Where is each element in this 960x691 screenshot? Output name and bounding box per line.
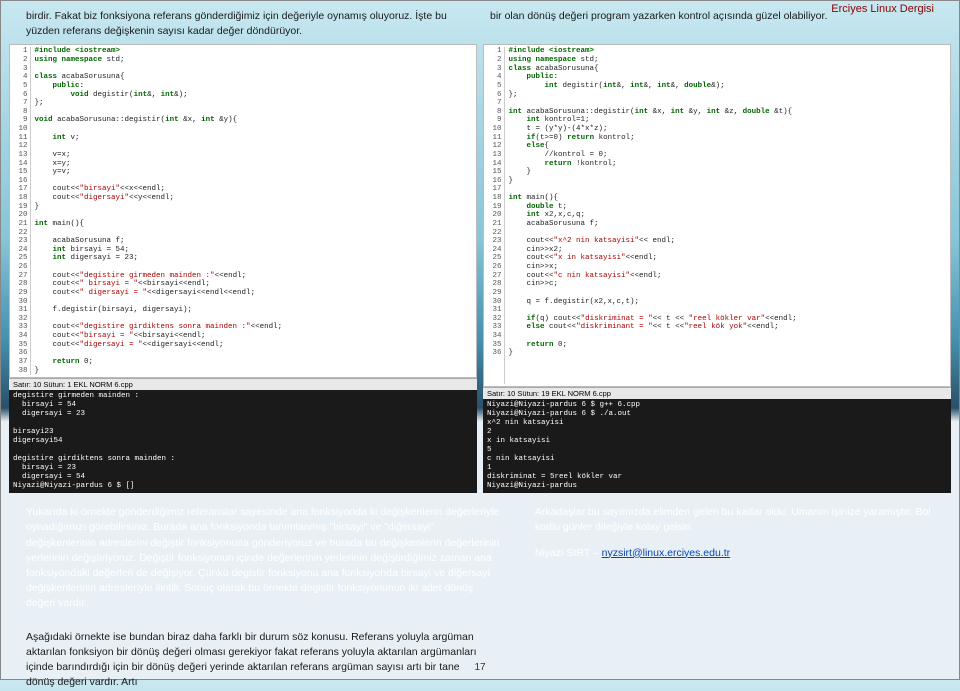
terminal-left: degistire girmeden mainden : birsayi = 5… — [9, 390, 477, 493]
code-right-source: #include <iostream> using namespace std;… — [505, 47, 797, 384]
code-right-column: 1 2 3 4 5 6 7 8 9 10 11 12 13 14 15 16 1… — [483, 44, 951, 493]
author-name: Niyazi SIRT – — [535, 547, 602, 559]
code-left-source: #include <iostream> using namespace std;… — [31, 47, 283, 375]
terminal-right: Niyazi@Niyazi-pardus 6 $ g++ 6.cpp Niyaz… — [483, 399, 951, 493]
closing-text: Arkadaşlar bu sayımızda elimden gelen bu… — [535, 506, 931, 533]
code-right-gutter: 1 2 3 4 5 6 7 8 9 10 11 12 13 14 15 16 1… — [486, 47, 505, 384]
author-email-link[interactable]: nyzsirt@linux.erciyes.edu.tr — [602, 547, 731, 559]
code-left-column: 1 2 3 4 5 6 7 8 9 10 11 12 13 14 15 16 1… — [9, 44, 477, 493]
middle-left: Yukarıda ki örnekte gönderdiğimiz refera… — [26, 505, 505, 612]
middle-right: Arkadaşlar bu sayımızda elimden gelen bu… — [535, 505, 934, 612]
intro-row: birdir. Fakat biz fonksiyona referans gö… — [1, 1, 959, 42]
code-left: 1 2 3 4 5 6 7 8 9 10 11 12 13 14 15 16 1… — [9, 44, 477, 378]
code-right-status: Satır: 10 Sütun: 19 EKL NORM 6.cpp — [483, 387, 951, 399]
middle-row: Yukarıda ki örnekte gönderdiğimiz refera… — [1, 493, 959, 620]
code-left-gutter: 1 2 3 4 5 6 7 8 9 10 11 12 13 14 15 16 1… — [12, 47, 31, 375]
code-right: 1 2 3 4 5 6 7 8 9 10 11 12 13 14 15 16 1… — [483, 44, 951, 387]
journal-title: Erciyes Linux Dergisi — [831, 3, 934, 15]
code-row: 1 2 3 4 5 6 7 8 9 10 11 12 13 14 15 16 1… — [1, 44, 959, 493]
page-number: 17 — [474, 662, 485, 673]
code-left-status: Satır: 10 Sütun: 1 EKL NORM 6.cpp — [9, 378, 477, 390]
signature: Niyazi SIRT – nyzsirt@linux.erciyes.edu.… — [535, 546, 934, 561]
intro-left: birdir. Fakat biz fonksiyona referans gö… — [26, 9, 470, 38]
